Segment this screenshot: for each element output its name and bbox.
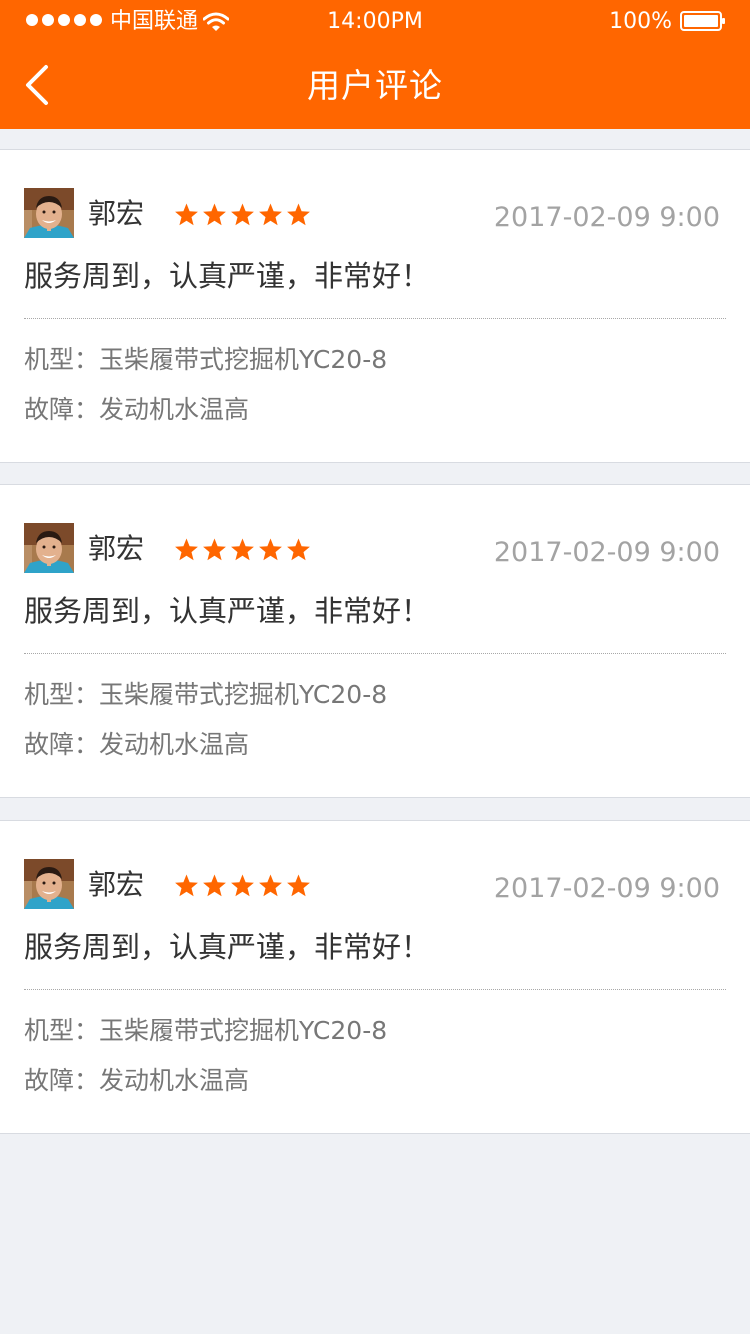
fault-label: 故障： (24, 395, 100, 424)
header: 中国联通 14:00PM 100% 用户评论 (0, 0, 750, 129)
star-icon (287, 538, 310, 561)
star-icon (259, 538, 282, 561)
star-icon (203, 874, 226, 897)
model-value: 玉柴履带式挖掘机YC20-8 (99, 1016, 388, 1045)
rating-stars (174, 202, 311, 227)
username: 郭宏 (88, 532, 145, 565)
model-row: 机型：玉柴履带式挖掘机YC20-8 (24, 342, 387, 378)
star-icon (203, 538, 226, 561)
star-icon (259, 203, 282, 226)
star-icon (203, 203, 226, 226)
star-icon (231, 538, 254, 561)
fault-row: 故障：发动机水温高 (24, 392, 249, 428)
rating-stars (174, 873, 311, 898)
fault-label: 故障： (24, 1066, 100, 1095)
fault-value: 发动机水温高 (99, 730, 250, 759)
rating-stars (174, 537, 311, 562)
avatar (24, 188, 74, 238)
battery-icon (680, 11, 725, 31)
star-icon (231, 874, 254, 897)
review-text: 服务周到，认真严谨，非常好！ (24, 594, 431, 628)
review-date: 2017-02-09 9:00 (493, 873, 720, 904)
star-icon (231, 203, 254, 226)
model-row: 机型：玉柴履带式挖掘机YC20-8 (24, 1013, 387, 1049)
avatar (24, 523, 74, 573)
review-text: 服务周到，认真严谨，非常好！ (24, 930, 431, 964)
model-label: 机型： (24, 680, 100, 709)
star-icon (287, 203, 310, 226)
review-card: 郭宏 2017-02-09 9:00 服务周到，认真严谨，非常好！ 机型：玉柴履… (0, 484, 750, 798)
status-bar: 中国联通 14:00PM 100% (0, 0, 750, 42)
model-value: 玉柴履带式挖掘机YC20-8 (99, 680, 388, 709)
model-value: 玉柴履带式挖掘机YC20-8 (99, 345, 388, 374)
dotted-divider (24, 318, 726, 319)
avatar (24, 859, 74, 909)
username: 郭宏 (88, 197, 145, 230)
fault-label: 故障： (24, 730, 100, 759)
fault-value: 发动机水温高 (99, 395, 250, 424)
review-date: 2017-02-09 9:00 (493, 202, 720, 233)
star-icon (259, 874, 282, 897)
battery-percentage: 100% (609, 9, 672, 34)
dotted-divider (24, 653, 726, 654)
star-icon (175, 203, 198, 226)
review-text: 服务周到，认真严谨，非常好！ (24, 259, 431, 293)
fault-row: 故障：发动机水温高 (24, 1063, 249, 1099)
dotted-divider (24, 989, 726, 990)
fault-value: 发动机水温高 (99, 1066, 250, 1095)
model-label: 机型： (24, 345, 100, 374)
model-row: 机型：玉柴履带式挖掘机YC20-8 (24, 677, 387, 713)
username: 郭宏 (88, 868, 145, 901)
review-card: 郭宏 2017-02-09 9:00 服务周到，认真严谨，非常好！ 机型：玉柴履… (0, 820, 750, 1134)
page-title: 用户评论 (307, 66, 443, 105)
star-icon (175, 874, 198, 897)
star-icon (287, 874, 310, 897)
model-label: 机型： (24, 1016, 100, 1045)
fault-row: 故障：发动机水温高 (24, 727, 249, 763)
star-icon (175, 538, 198, 561)
review-date: 2017-02-09 9:00 (493, 537, 720, 568)
review-card: 郭宏 2017-02-09 9:00 服务周到，认真严谨，非常好！ 机型：玉柴履… (0, 149, 750, 463)
